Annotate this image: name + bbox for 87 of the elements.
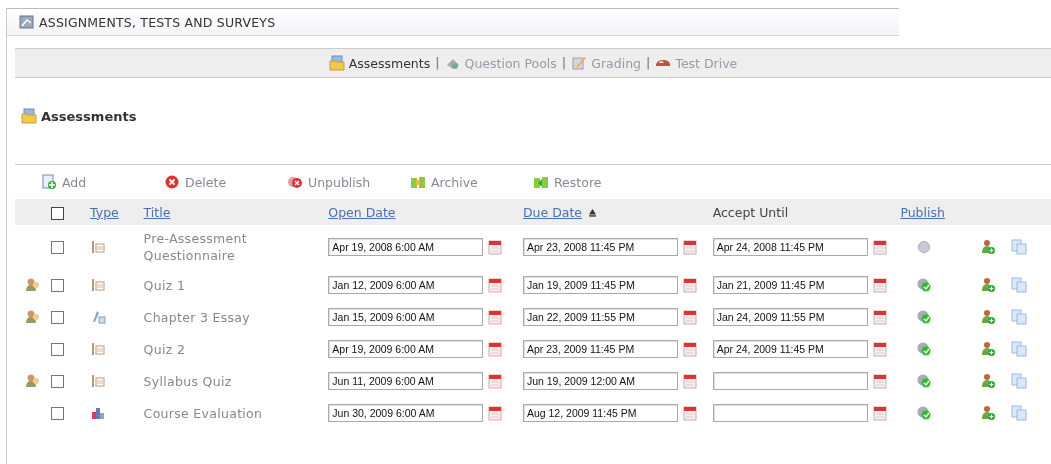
date-field[interactable]: [712, 404, 868, 422]
published-check-icon[interactable]: [916, 341, 933, 357]
calendar-icon[interactable]: [487, 405, 504, 421]
date-field[interactable]: Apr 23, 2009 11:45 PM: [522, 340, 678, 358]
calendar-icon[interactable]: [487, 239, 504, 255]
assessment-title[interactable]: Chapter 3 Essay: [143, 308, 314, 326]
calendar-icon[interactable]: [871, 373, 888, 389]
date-field[interactable]: Apr 24, 2009 11:45 PM: [712, 340, 868, 358]
assessment-title[interactable]: Quiz 2: [143, 340, 314, 358]
date-field[interactable]: Jan 19, 2009 11:45 PM: [522, 276, 678, 294]
date-field[interactable]: Jun 30, 2009 6:00 AM: [328, 404, 484, 422]
add-user-icon[interactable]: [979, 309, 996, 325]
add-user-icon[interactable]: [979, 373, 996, 389]
toolbar-button[interactable]: Archive: [410, 174, 533, 190]
calendar-icon[interactable]: [487, 277, 504, 293]
row-checkbox[interactable]: [50, 407, 64, 420]
toolbar-button[interactable]: Unpublish: [287, 174, 410, 190]
calendar-icon[interactable]: [487, 373, 504, 389]
nav-link[interactable]: Question Pools: [444, 55, 557, 71]
assignment-icon: [19, 14, 35, 30]
calendar-icon[interactable]: [871, 341, 888, 357]
add-user-icon[interactable]: [979, 405, 996, 421]
date-field[interactable]: Jan 12, 2009 6:00 AM: [328, 276, 484, 294]
section-title: Assessments: [41, 108, 137, 124]
toolbar-button[interactable]: Restore: [533, 174, 656, 190]
calendar-icon[interactable]: [681, 373, 698, 389]
restore-icon: [533, 174, 549, 190]
assessment-title[interactable]: Syllabus Quiz: [143, 372, 314, 390]
pencil-icon: [571, 55, 588, 71]
row-checkbox[interactable]: [50, 279, 64, 292]
nav-link[interactable]: Test Drive: [655, 55, 738, 71]
calendar-icon[interactable]: [681, 277, 698, 293]
nav-separator: |: [561, 56, 567, 70]
calendar-icon[interactable]: [487, 341, 504, 357]
date-field[interactable]: Aug 12, 2009 11:45 PM: [522, 404, 678, 422]
date-field[interactable]: Jun 11, 2009 6:00 AM: [328, 372, 484, 390]
row-checkbox[interactable]: [50, 241, 64, 254]
add-user-icon[interactable]: [979, 277, 996, 293]
sort-icon[interactable]: [587, 206, 598, 218]
calendar-icon[interactable]: [871, 239, 888, 255]
column-sort-link[interactable]: Title: [143, 204, 171, 220]
archive-icon: [410, 174, 426, 190]
unpublish-icon: [287, 174, 303, 190]
column-sort-link[interactable]: Due Date: [522, 204, 582, 220]
row-checkbox[interactable]: [50, 375, 64, 388]
calendar-icon[interactable]: [681, 309, 698, 325]
published-check-icon[interactable]: [916, 373, 933, 389]
unpublished-dot-icon[interactable]: [916, 239, 933, 255]
date-field[interactable]: Apr 24, 2008 11:45 PM: [712, 238, 868, 256]
calendar-icon[interactable]: [487, 309, 504, 325]
date-field[interactable]: Jan 24, 2009 11:55 PM: [712, 308, 868, 326]
assessment-title[interactable]: Quiz 1: [143, 276, 314, 294]
add-user-icon[interactable]: [979, 239, 996, 255]
calendar-icon[interactable]: [871, 405, 888, 421]
row-checkbox[interactable]: [50, 311, 64, 324]
date-field[interactable]: Jan 22, 2009 11:55 PM: [522, 308, 678, 326]
folder-icon: [21, 108, 37, 124]
date-field[interactable]: Jan 21, 2009 11:45 PM: [712, 276, 868, 294]
delete-icon: [164, 174, 180, 190]
calendar-icon[interactable]: [681, 405, 698, 421]
nav-separator: |: [435, 56, 440, 70]
published-check-icon[interactable]: [916, 309, 933, 325]
published-check-icon[interactable]: [916, 277, 933, 293]
date-field[interactable]: [712, 372, 868, 390]
folder-icon: [328, 55, 345, 71]
published-check-icon[interactable]: [916, 405, 933, 421]
date-field[interactable]: Apr 23, 2008 11:45 PM: [522, 238, 678, 256]
date-field[interactable]: Apr 19, 2009 6:00 AM: [328, 340, 484, 358]
row-checkbox[interactable]: [50, 343, 64, 356]
column-header: Accept Until: [712, 204, 789, 220]
calendar-icon[interactable]: [681, 239, 698, 255]
nav-link[interactable]: Grading: [571, 55, 641, 71]
nav-separator: |: [646, 56, 651, 70]
toolbar-button[interactable]: Add: [41, 174, 164, 190]
date-field[interactable]: Apr 19, 2008 6:00 AM: [328, 238, 484, 256]
date-field[interactable]: Jan 15, 2009 6:00 AM: [328, 308, 484, 326]
nav-link[interactable]: Assessments: [328, 55, 431, 71]
calendar-icon[interactable]: [871, 277, 888, 293]
page-title: ASSIGNMENTS, TESTS AND SURVEYS: [39, 14, 276, 30]
assessment-title[interactable]: Pre-Assessment Questionnaire: [143, 230, 314, 264]
assessment-title[interactable]: Course Evaluation: [143, 404, 314, 422]
date-field[interactable]: Jun 19, 2009 12:00 AM: [522, 372, 678, 390]
calendar-icon[interactable]: [681, 341, 698, 357]
toolbar-button[interactable]: Delete: [164, 174, 287, 190]
add-icon: [41, 174, 57, 190]
calendar-icon[interactable]: [871, 309, 888, 325]
add-user-icon[interactable]: [979, 341, 996, 357]
